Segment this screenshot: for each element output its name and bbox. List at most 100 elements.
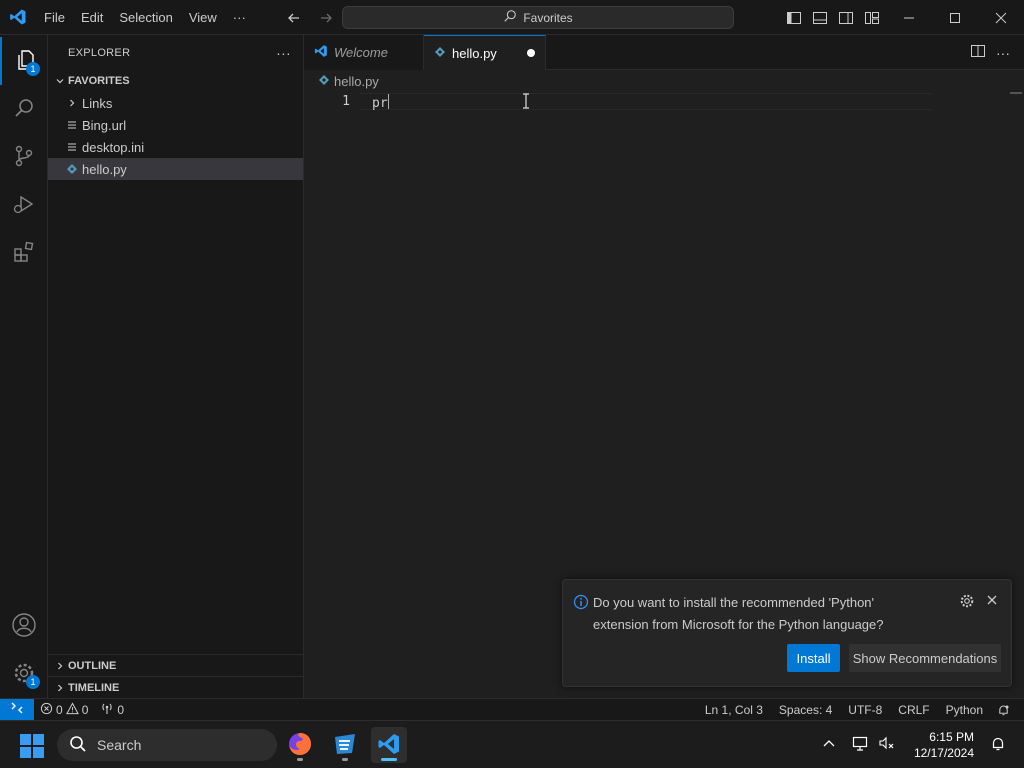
toggle-panel-icon[interactable] xyxy=(810,8,830,28)
navigation-arrows xyxy=(282,0,338,35)
remote-indicator[interactable] xyxy=(0,698,34,721)
network-volume-icon[interactable] xyxy=(874,736,906,755)
end-of-line[interactable]: CRLF xyxy=(890,699,937,721)
chevron-right-icon xyxy=(52,661,68,671)
python-file-icon xyxy=(434,46,446,61)
extensions-icon xyxy=(12,240,36,267)
minimize-icon[interactable] xyxy=(886,0,932,35)
menu-more[interactable]: ··· xyxy=(225,0,254,35)
accounts-activity[interactable] xyxy=(0,602,48,650)
tree-item-bing-url[interactable]: Bing.url xyxy=(48,114,303,136)
windows-taskbar: Search 6:15 PM 12/17/2024 xyxy=(0,720,1024,768)
code-text: pr xyxy=(372,96,388,111)
tree-item-hello-py[interactable]: hello.py xyxy=(48,158,303,180)
show-recommendations-button[interactable]: Show Recommendations xyxy=(849,644,1001,672)
breadcrumb-file[interactable]: hello.py xyxy=(334,74,379,89)
app-running-indicator xyxy=(297,758,303,761)
tab-welcome[interactable]: Welcome xyxy=(304,35,424,70)
firefox-icon xyxy=(287,731,313,760)
minimap-indicator xyxy=(1010,92,1022,94)
python-file-icon xyxy=(318,74,330,89)
language-mode[interactable]: Python xyxy=(938,699,991,721)
warning-count: 0 xyxy=(81,702,89,717)
indentation[interactable]: Spaces: 4 xyxy=(771,699,840,721)
outline-section-header[interactable]: OUTLINE xyxy=(48,655,304,677)
app-active-indicator xyxy=(381,758,397,761)
source-control-activity[interactable] xyxy=(0,133,48,181)
current-line-highlight xyxy=(360,93,932,110)
back-arrow-icon[interactable] xyxy=(282,6,306,30)
breadcrumb: hello.py xyxy=(318,72,379,90)
outline-section: OUTLINE xyxy=(48,654,304,677)
tree-item-label: Links xyxy=(82,95,113,111)
antenna-icon xyxy=(100,702,114,718)
menu-view[interactable]: View xyxy=(181,0,225,35)
ports-indicator[interactable]: 0 xyxy=(94,699,130,721)
install-button[interactable]: Install xyxy=(787,644,840,672)
extensions-activity[interactable] xyxy=(0,229,48,277)
monitor-icon[interactable] xyxy=(848,736,874,755)
menu-file[interactable]: File xyxy=(36,0,73,35)
file-lines-icon xyxy=(64,139,80,155)
more-actions-icon[interactable]: ··· xyxy=(996,45,1010,61)
bell-icon[interactable] xyxy=(991,699,1024,721)
clock-date: 12/17/2024 xyxy=(913,746,974,760)
cursor-position[interactable]: Ln 1, Col 3 xyxy=(697,699,771,721)
outline-label: OUTLINE xyxy=(68,660,117,672)
menu-edit[interactable]: Edit xyxy=(73,0,111,35)
gear-icon[interactable] xyxy=(959,593,975,612)
notification-bell-icon[interactable] xyxy=(982,736,1024,755)
timeline-section-header[interactable]: TIMELINE xyxy=(48,677,304,699)
manage-activity[interactable]: 1 xyxy=(0,650,48,698)
error-icon xyxy=(40,702,53,718)
menu-selection[interactable]: Selection xyxy=(111,0,180,35)
windows-start-icon[interactable] xyxy=(19,733,45,759)
chevron-right-icon xyxy=(64,95,80,111)
encoding[interactable]: UTF-8 xyxy=(840,699,890,721)
taskbar-search[interactable]: Search xyxy=(57,729,277,761)
app-running-indicator xyxy=(342,758,348,761)
tree-item-label: desktop.ini xyxy=(82,139,145,155)
tree-item-links[interactable]: Links xyxy=(48,92,303,114)
menu-bar: File Edit Selection View ··· xyxy=(36,0,254,35)
extension-recommendation-notification: Do you want to install the recommended '… xyxy=(562,579,1012,687)
editor-actions: ··· xyxy=(970,35,1024,70)
tree-item-desktop-ini[interactable]: desktop.ini xyxy=(48,136,303,158)
search-icon xyxy=(12,96,36,123)
clock[interactable]: 6:15 PM 12/17/2024 xyxy=(906,729,982,761)
run-debug-activity[interactable] xyxy=(0,181,48,229)
close-icon[interactable] xyxy=(985,593,999,610)
maximize-icon[interactable] xyxy=(932,0,978,35)
unsaved-dot-icon[interactable] xyxy=(527,49,535,57)
vscode-app[interactable] xyxy=(371,727,407,763)
chevron-up-icon[interactable] xyxy=(810,737,848,754)
store-app[interactable] xyxy=(327,727,363,763)
code-line[interactable]: pr xyxy=(372,94,389,111)
close-window-icon[interactable] xyxy=(978,0,1024,35)
timeline-label: TIMELINE xyxy=(68,682,120,694)
tab-label: Welcome xyxy=(334,45,388,60)
vscode-logo-icon xyxy=(314,44,328,61)
explorer-activity[interactable]: 1 xyxy=(0,37,48,85)
search-activity[interactable] xyxy=(0,85,48,133)
problems-indicator[interactable]: 0 0 xyxy=(34,699,94,721)
firefox-app[interactable] xyxy=(282,727,318,763)
store-icon xyxy=(332,731,358,760)
explorer-more-actions[interactable]: ··· xyxy=(276,45,291,61)
status-bar-right: Ln 1, Col 3 Spaces: 4 UTF-8 CRLF Python xyxy=(697,699,1024,721)
explorer-badge: 1 xyxy=(26,62,40,76)
command-center[interactable]: Favorites xyxy=(342,6,734,29)
toggle-secondary-sidebar-icon[interactable] xyxy=(836,8,856,28)
forward-arrow-icon[interactable] xyxy=(314,6,338,30)
search-icon xyxy=(503,9,517,26)
editor-tabs: Welcome hello.py ··· xyxy=(304,35,1024,70)
layout-controls xyxy=(784,0,882,35)
vscode-logo-icon xyxy=(377,732,401,759)
status-bar: 0 0 0 Ln 1, Col 3 Spaces: 4 UTF-8 CRLF P… xyxy=(0,698,1024,721)
favorites-section-header[interactable]: FAVORITES xyxy=(48,70,303,92)
tab-hello-py[interactable]: hello.py xyxy=(424,35,546,70)
toggle-primary-sidebar-icon[interactable] xyxy=(784,8,804,28)
split-editor-icon[interactable] xyxy=(970,43,986,62)
explorer-title: EXPLORER xyxy=(68,46,131,59)
customize-layout-icon[interactable] xyxy=(862,8,882,28)
